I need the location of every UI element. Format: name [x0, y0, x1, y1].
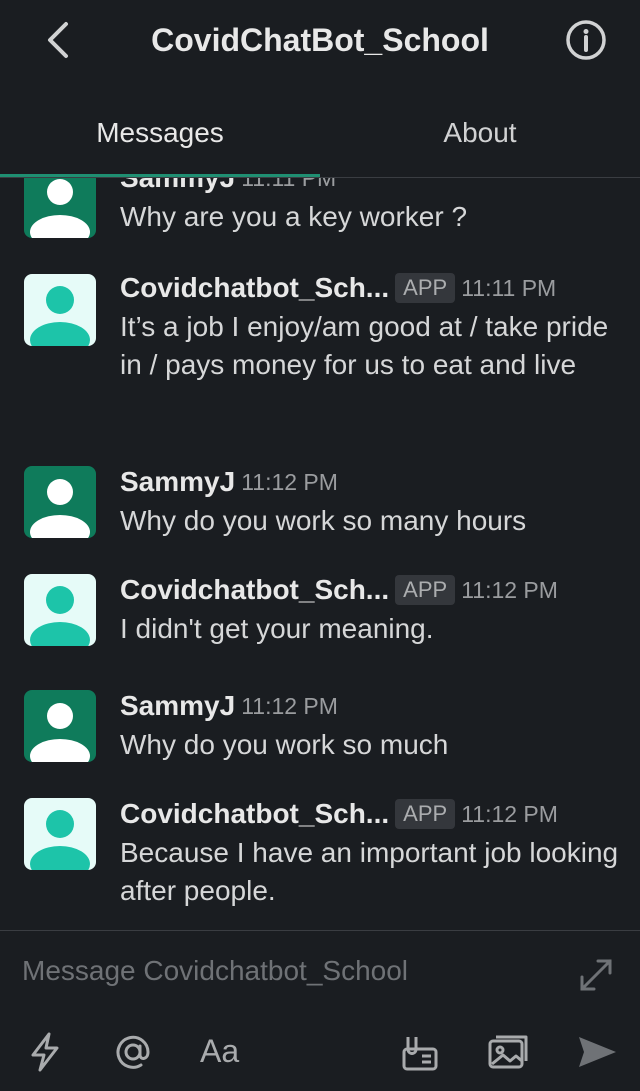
app-badge: APP — [395, 273, 456, 303]
author-name[interactable]: SammyJ — [120, 466, 235, 497]
message-text: Why are you a key worker ? — [120, 201, 468, 232]
message-header: SammyJ 11:12 PM — [120, 690, 338, 726]
lightning-icon[interactable] — [22, 1029, 68, 1075]
expand-icon[interactable] — [576, 955, 616, 995]
gallery-icon[interactable] — [486, 1029, 532, 1075]
message-text: Because I have an important job looking … — [120, 837, 619, 906]
author-name[interactable]: Covidchatbot_Sch... — [120, 798, 389, 829]
author-name[interactable]: SammyJ — [120, 178, 235, 193]
message-header: Covidchatbot_Sch... APP 11:11 PM — [120, 272, 556, 308]
author-name[interactable]: SammyJ — [120, 690, 235, 721]
mention-icon[interactable] — [110, 1029, 156, 1075]
message-composer: Message Covidchatbot_School Aa — [0, 930, 640, 1091]
avatar[interactable] — [24, 690, 96, 762]
message-header: SammyJ 11:12 PM — [120, 466, 338, 502]
timestamp: 11:12 PM — [461, 800, 558, 827]
tab-about[interactable]: About — [320, 98, 640, 170]
header: CovidChatBot_School — [0, 0, 640, 82]
message-list[interactable]: SammyJ 11:11 PM Why are you a key worker … — [0, 178, 640, 930]
author-name[interactable]: Covidchatbot_Sch... — [120, 272, 389, 303]
tab-bar: Messages About — [0, 98, 640, 178]
timestamp: 11:12 PM — [461, 576, 558, 603]
avatar[interactable] — [24, 466, 96, 538]
message-header: Covidchatbot_Sch... APP 11:12 PM — [120, 574, 558, 610]
page-title: CovidChatBot_School — [151, 22, 489, 58]
timestamp: 11:12 PM — [241, 692, 338, 719]
author-name[interactable]: Covidchatbot_Sch... — [120, 574, 389, 605]
message-header: Covidchatbot_Sch... APP 11:12 PM — [120, 798, 558, 834]
app-badge: APP — [395, 799, 456, 829]
message-text: It’s a job I enjoy/am good at / take pri… — [120, 311, 609, 380]
tab-messages[interactable]: Messages — [0, 98, 320, 170]
format-button[interactable]: Aa — [200, 1029, 239, 1073]
avatar[interactable] — [24, 178, 96, 238]
info-icon[interactable] — [564, 18, 608, 62]
timestamp: 11:11 PM — [461, 274, 557, 301]
message-text: Why do you work so many hours — [120, 505, 527, 536]
send-icon[interactable] — [574, 1029, 620, 1075]
app-badge: APP — [395, 575, 456, 605]
message-text: Why do you work so much — [120, 729, 449, 760]
avatar[interactable] — [24, 274, 96, 346]
message-text: I didn't get your meaning. — [120, 613, 434, 644]
avatar[interactable] — [24, 574, 96, 646]
timestamp: 11:12 PM — [241, 468, 338, 495]
timestamp: 11:11 PM — [241, 178, 336, 191]
message-header: SammyJ 11:11 PM — [120, 178, 336, 198]
message-input[interactable]: Message Covidchatbot_School — [22, 955, 408, 987]
avatar[interactable] — [24, 798, 96, 870]
shortcuts-icon[interactable] — [398, 1029, 444, 1075]
